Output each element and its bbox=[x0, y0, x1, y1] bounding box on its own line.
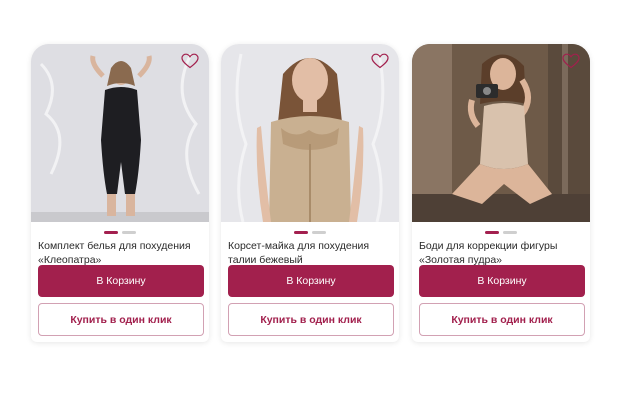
image-carousel-indicator bbox=[412, 231, 590, 235]
product-card: Корсет-майка для похудения талии бежевый… bbox=[221, 44, 399, 342]
image-carousel-indicator bbox=[31, 231, 209, 235]
buy-one-click-button[interactable]: Купить в один клик bbox=[419, 303, 585, 336]
product-card-list: Комплект белья для похудения «Клеопатра»… bbox=[0, 0, 630, 400]
image-carousel-indicator bbox=[221, 231, 399, 235]
add-to-cart-button[interactable]: В Корзину bbox=[228, 265, 394, 297]
carousel-dot[interactable] bbox=[503, 231, 517, 234]
product-title[interactable]: Боди для коррекции фигуры «Золотая пудра… bbox=[419, 240, 585, 267]
carousel-dot[interactable] bbox=[122, 231, 136, 234]
product-title[interactable]: Корсет-майка для похудения талии бежевый bbox=[228, 240, 394, 267]
buy-one-click-button[interactable]: Купить в один клик bbox=[38, 303, 204, 336]
heart-icon[interactable] bbox=[181, 53, 199, 69]
product-image[interactable] bbox=[31, 44, 209, 222]
product-title[interactable]: Комплект белья для похудения «Клеопатра» bbox=[38, 240, 204, 267]
carousel-dot[interactable] bbox=[294, 231, 308, 234]
carousel-dot[interactable] bbox=[104, 231, 118, 234]
product-image[interactable] bbox=[221, 44, 399, 222]
buy-one-click-button[interactable]: Купить в один клик bbox=[228, 303, 394, 336]
product-card: Боди для коррекции фигуры «Золотая пудра… bbox=[412, 44, 590, 342]
heart-icon[interactable] bbox=[371, 53, 389, 69]
product-card: Комплект белья для похудения «Клеопатра»… bbox=[31, 44, 209, 342]
add-to-cart-button[interactable]: В Корзину bbox=[419, 265, 585, 297]
add-to-cart-button[interactable]: В Корзину bbox=[38, 265, 204, 297]
heart-icon[interactable] bbox=[562, 53, 580, 69]
product-image[interactable] bbox=[412, 44, 590, 222]
carousel-dot[interactable] bbox=[485, 231, 499, 234]
carousel-dot[interactable] bbox=[312, 231, 326, 234]
